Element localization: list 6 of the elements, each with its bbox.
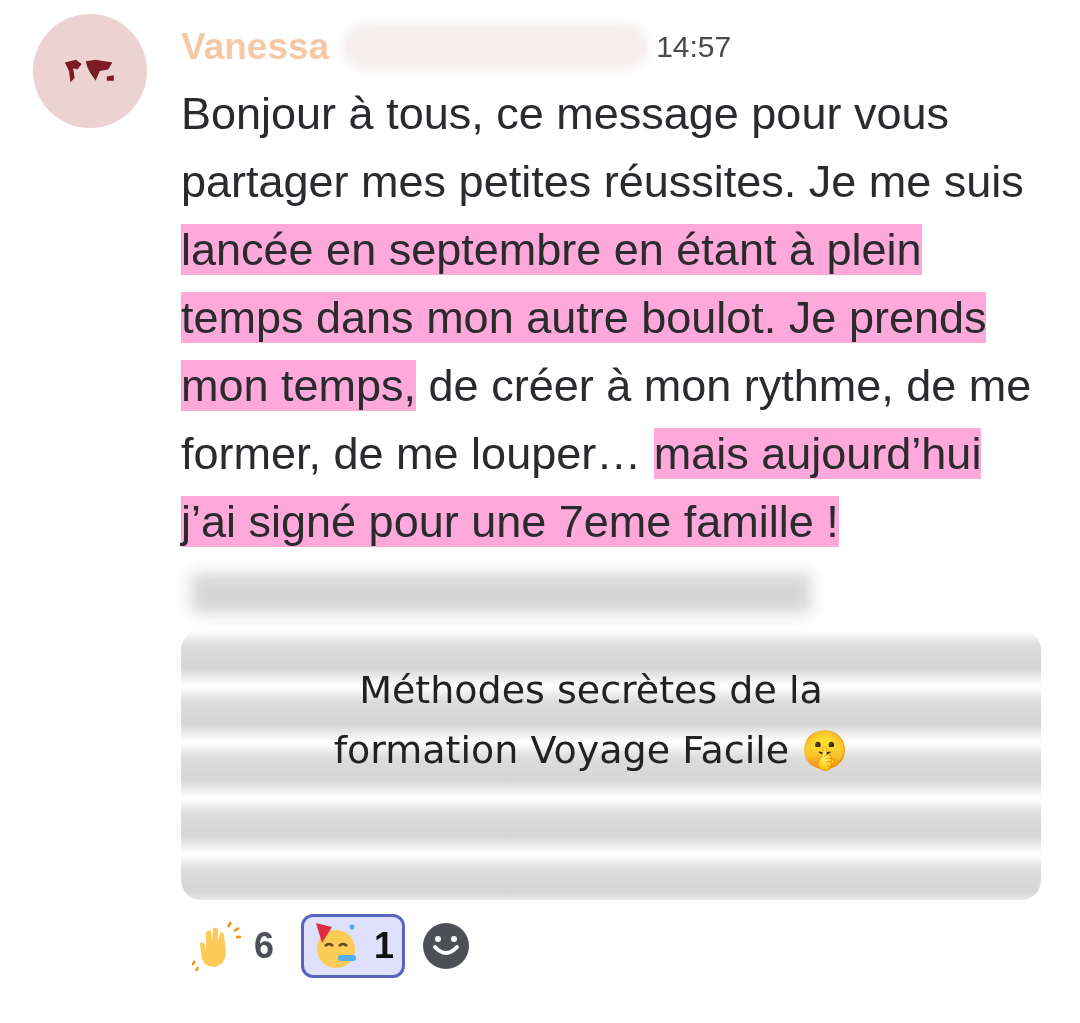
add-reaction-icon[interactable] [421, 921, 472, 971]
timestamp: 14:57 [656, 30, 732, 64]
overlay-caption: Méthodes secrètes de la formation Voyage Facile 🤫 [332, 667, 850, 774]
reaction-button[interactable]: 1 [301, 914, 406, 978]
reaction-button[interactable]: 6 [181, 914, 286, 978]
message-text: Bonjour à tous, ce message pour vous partager mes petites réussites. Je me suis lancée en septembre en étant à plein temps dans mon autre boulot. Je prends mon temps, de créer à mon rythme, de me former, de me louper… mais aujourd’hui j’ai signé pour une 7eme famille ! [181, 80, 1041, 624]
